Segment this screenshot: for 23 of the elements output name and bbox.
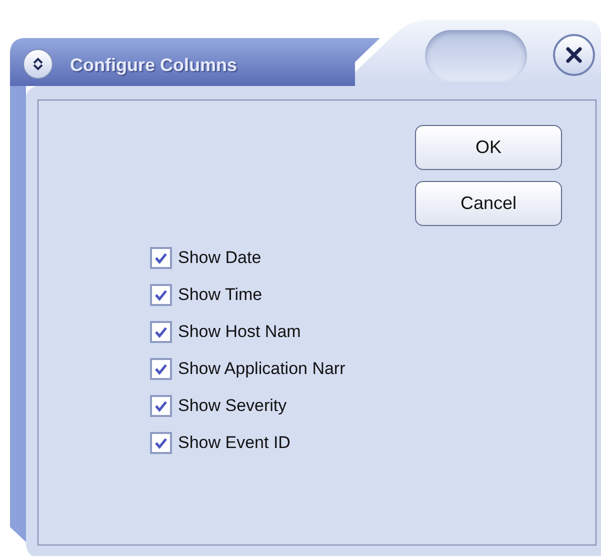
check-icon xyxy=(154,363,168,375)
check-icon xyxy=(154,252,168,264)
checkbox-label: Show Severity xyxy=(178,395,287,418)
checkbox-label: Show Date xyxy=(178,247,262,270)
check-icon xyxy=(154,326,168,338)
checkbox[interactable] xyxy=(150,432,172,454)
checkbox[interactable] xyxy=(150,247,172,269)
check-icon xyxy=(154,289,168,301)
checkbox-label: Show Time xyxy=(178,284,262,306)
dialog-button[interactable]: Cancel xyxy=(415,181,562,226)
check-icon xyxy=(154,400,168,412)
checkbox[interactable] xyxy=(150,321,172,343)
checkbox-label: Show Event ID xyxy=(178,432,290,454)
checkbox[interactable] xyxy=(150,284,172,306)
checkbox[interactable] xyxy=(150,395,172,417)
checkbox[interactable] xyxy=(150,358,172,380)
chevrons-icon xyxy=(32,57,44,71)
close-icon xyxy=(565,46,583,64)
checkbox-label: Show Application Narr xyxy=(178,358,346,380)
dialog-button[interactable]: OK xyxy=(415,125,562,170)
checkbox-label: Show Host Nam xyxy=(178,321,301,344)
check-icon xyxy=(154,437,168,449)
window-title: Configure Columns xyxy=(70,54,237,77)
